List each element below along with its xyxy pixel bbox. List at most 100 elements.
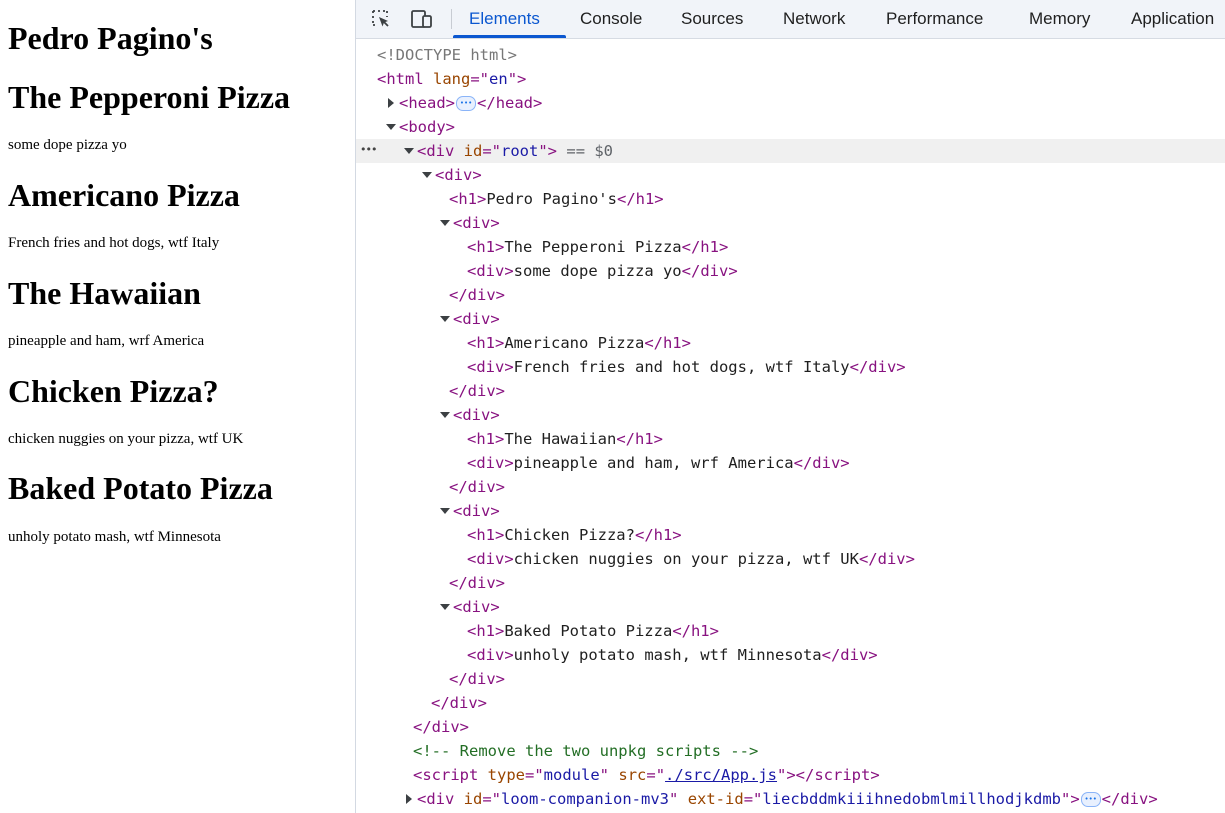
more-options-icon[interactable]: •••	[360, 139, 377, 163]
toolbar-divider	[451, 9, 452, 29]
div-close-tag: </div>	[431, 694, 487, 712]
dom-node-comment[interactable]: <!-- Remove the two unpkg scripts -->	[356, 739, 1225, 763]
tab-application[interactable]: Application	[1131, 0, 1214, 38]
div-open-tag: <div>	[453, 502, 500, 520]
tab-memory[interactable]: Memory	[1029, 0, 1090, 38]
collapse-triangle-icon[interactable]	[440, 307, 450, 331]
dom-node-div[interactable]: <div>French fries and hot dogs, wtf Ital…	[356, 355, 1225, 379]
root-div-open-tag: <div id="root"> == $0	[417, 142, 614, 160]
inspect-element-icon[interactable]	[369, 8, 393, 30]
dom-node-h1[interactable]: <h1>Chicken Pizza?</h1>	[356, 523, 1225, 547]
tab-console[interactable]: Console	[580, 0, 642, 38]
collapse-triangle-icon[interactable]	[440, 211, 450, 235]
dom-node-head[interactable]: <head></head>	[356, 91, 1225, 115]
h1-node-text: <h1>Chicken Pizza?</h1>	[467, 526, 682, 544]
h1-node-text: <h1>Pedro Pagino's</h1>	[449, 190, 664, 208]
dom-node-close-div[interactable]: </div>	[356, 475, 1225, 499]
tab-performance[interactable]: Performance	[886, 0, 983, 38]
div-open-tag: <div>	[453, 598, 500, 616]
dom-node-div[interactable]: <div>	[356, 499, 1225, 523]
collapse-triangle-icon[interactable]	[440, 403, 450, 427]
comment-text: <!-- Remove the two unpkg scripts -->	[413, 742, 759, 760]
dom-node-div[interactable]: <div>	[356, 307, 1225, 331]
div-node-text: <div>some dope pizza yo</div>	[467, 262, 738, 280]
devtools-panel: Elements Console Sources Network Perform…	[355, 0, 1225, 813]
dom-node-div[interactable]: <div>some dope pizza yo</div>	[356, 259, 1225, 283]
html-open-tag: <html lang="en">	[377, 70, 527, 88]
dom-node-extension-div[interactable]: <div id="loom-companion-mv3" ext-id="lie…	[356, 787, 1225, 811]
dom-node-div[interactable]: <div>pineapple and ham, wrf America</div…	[356, 451, 1225, 475]
div-close-tag: </div>	[413, 718, 469, 736]
dom-node-close-div[interactable]: </div>	[356, 379, 1225, 403]
div-node-text: <div>unholy potato mash, wtf Minnesota</…	[467, 646, 878, 664]
ellipsis-icon[interactable]	[456, 91, 477, 115]
devtools-toolbar: Elements Console Sources Network Perform…	[356, 0, 1225, 39]
tab-network[interactable]: Network	[783, 0, 845, 38]
collapse-triangle-icon[interactable]	[386, 115, 396, 139]
dom-node-close-div[interactable]: </div>	[356, 283, 1225, 307]
pizza-description: pineapple and ham, wrf America	[8, 333, 205, 349]
dom-node-close-div[interactable]: </div>	[356, 571, 1225, 595]
h1-node-text: <h1>Baked Potato Pizza</h1>	[467, 622, 719, 640]
collapse-triangle-icon[interactable]	[440, 595, 450, 619]
dom-node-body[interactable]: <body>	[356, 115, 1225, 139]
h1-node-text: <h1>Americano Pizza</h1>	[467, 334, 691, 352]
dom-node-close-div[interactable]: </div>	[356, 691, 1225, 715]
dom-node-html[interactable]: <html lang="en">	[356, 67, 1225, 91]
div-open-tag: <div>	[453, 310, 500, 328]
collapse-triangle-icon[interactable]	[422, 163, 432, 187]
dom-node-h1[interactable]: <h1>Americano Pizza</h1>	[356, 331, 1225, 355]
h1-node-text: <h1>The Pepperoni Pizza</h1>	[467, 238, 729, 256]
tab-elements[interactable]: Elements	[469, 0, 540, 38]
ellipsis-icon[interactable]	[1080, 787, 1101, 811]
div-node-text: <div>pineapple and ham, wrf America</div…	[467, 454, 850, 472]
body-open-tag: <body>	[399, 118, 456, 136]
script-src-link[interactable]: ./src/App.js	[665, 766, 777, 784]
device-toolbar-icon[interactable]	[410, 8, 434, 30]
dom-node-script[interactable]: <script type="module" src="./src/App.js"…	[356, 763, 1225, 787]
collapse-triangle-icon[interactable]	[404, 139, 414, 163]
pizza-description: unholy potato mash, wtf Minnesota	[8, 529, 221, 545]
div-node-text: <div>French fries and hot dogs, wtf Ital…	[467, 358, 906, 376]
dom-tree: <!DOCTYPE html> <html lang="en"> <head><…	[356, 39, 1225, 813]
extension-div-tag: <div id="loom-companion-mv3" ext-id="lie…	[417, 787, 1158, 811]
dom-node-div[interactable]: <div>unholy potato mash, wtf Minnesota</…	[356, 643, 1225, 667]
dom-node-h1[interactable]: <h1>Baked Potato Pizza</h1>	[356, 619, 1225, 643]
tab-sources[interactable]: Sources	[681, 0, 743, 38]
pizza-name: Baked Potato Pizza	[8, 470, 273, 506]
rendered-page: Pedro Pagino's The Pepperoni Pizza some …	[0, 0, 355, 813]
dom-node-div[interactable]: <div>	[356, 163, 1225, 187]
head-tag: <head></head>	[399, 91, 542, 115]
expand-triangle-icon[interactable]	[404, 787, 414, 811]
dom-node-h1[interactable]: <h1>The Hawaiian</h1>	[356, 427, 1225, 451]
pizza-name: The Hawaiian	[8, 275, 201, 311]
div-close-tag: </div>	[449, 670, 505, 688]
div-open-tag: <div>	[435, 166, 482, 184]
page-title: Pedro Pagino's	[8, 20, 213, 56]
div-close-tag: </div>	[449, 574, 505, 592]
h1-node-text: <h1>The Hawaiian</h1>	[467, 430, 663, 448]
pizza-name: The Pepperoni Pizza	[8, 79, 291, 115]
dom-node-close-div[interactable]: </div>	[356, 667, 1225, 691]
expand-triangle-icon[interactable]	[386, 91, 396, 115]
active-tab-indicator	[453, 35, 566, 38]
pizza-description: some dope pizza yo	[8, 137, 127, 153]
pizza-description: chicken nuggies on your pizza, wtf UK	[8, 431, 244, 447]
div-open-tag: <div>	[453, 214, 500, 232]
dom-node-div[interactable]: <div>	[356, 595, 1225, 619]
doctype-text: <!DOCTYPE html>	[377, 46, 517, 64]
div-node-text: <div>chicken nuggies on your pizza, wtf …	[467, 550, 915, 568]
dom-node-div[interactable]: <div>	[356, 211, 1225, 235]
div-open-tag: <div>	[453, 406, 500, 424]
dom-node-h1[interactable]: <h1>Pedro Pagino's</h1>	[356, 187, 1225, 211]
dom-node-div[interactable]: <div>chicken nuggies on your pizza, wtf …	[356, 547, 1225, 571]
dom-node-h1[interactable]: <h1>The Pepperoni Pizza</h1>	[356, 235, 1225, 259]
dom-node-close-root-div[interactable]: </div>	[356, 715, 1225, 739]
dom-node-root-div[interactable]: ••• <div id="root"> == $0	[356, 139, 1225, 163]
collapse-triangle-icon[interactable]	[440, 499, 450, 523]
script-tag: <script type="module" src="./src/App.js"…	[413, 766, 880, 784]
pizza-name: Chicken Pizza?	[8, 373, 219, 409]
dom-node-doctype[interactable]: <!DOCTYPE html>	[356, 43, 1225, 67]
dom-node-div[interactable]: <div>	[356, 403, 1225, 427]
pizza-description: French fries and hot dogs, wtf Italy	[8, 235, 220, 251]
